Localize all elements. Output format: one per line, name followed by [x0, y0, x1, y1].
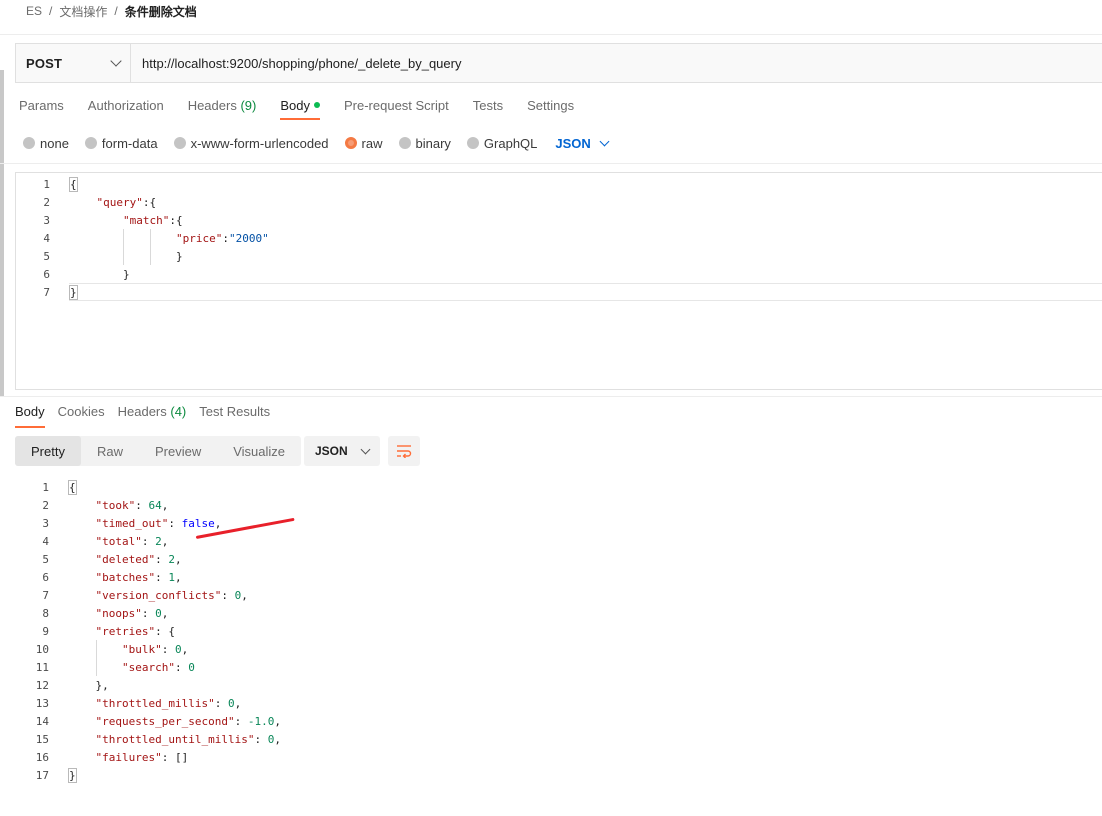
- radio-binary[interactable]: binary: [398, 136, 451, 151]
- code-line: 2 "took": 64,: [42, 498, 169, 512]
- divider: [0, 163, 1102, 164]
- indent-guide: [96, 640, 97, 676]
- breadcrumb-request[interactable]: 条件删除文档: [125, 3, 197, 20]
- divider: [0, 396, 1102, 397]
- radio-form-data[interactable]: form-data: [84, 136, 158, 151]
- code-line: 13 "throttled_millis": 0,: [35, 696, 242, 710]
- response-body[interactable]: 1{ 2 "took": 64, 3 "timed_out": false, 4 "t…: [15, 478, 1102, 798]
- response-view-modes: Pretty Raw Preview Visualize: [15, 436, 302, 466]
- code-line: 4 "total": 2,: [42, 534, 169, 548]
- breadcrumb-separator: /: [49, 4, 53, 18]
- view-preview-button[interactable]: Preview: [139, 436, 217, 466]
- request-body-editor[interactable]: 1{ 2 "query":{ 3 "match":{ 4 "price":"20…: [15, 172, 1102, 390]
- code-line: 1{: [43, 176, 78, 192]
- request-tabs: Params Authorization Headers (9) Body Pr…: [19, 96, 598, 124]
- wrap-lines-button[interactable]: [388, 436, 420, 466]
- code-line: 15 "throttled_until_millis": 0,: [35, 732, 281, 746]
- body-indicator-dot: [313, 102, 320, 108]
- breadcrumb-folder[interactable]: 文档操作: [59, 3, 107, 20]
- code-line: 10 "bulk": 0,: [35, 642, 189, 656]
- code-line: 6 }: [43, 267, 130, 281]
- wrap-lines-icon: [397, 445, 412, 458]
- radio-graphql[interactable]: GraphQL: [466, 136, 537, 151]
- panel-resize-handle[interactable]: [0, 70, 4, 396]
- radio-circle-icon: [398, 137, 411, 149]
- tab-pre-request-script[interactable]: Pre-request Script: [344, 96, 449, 120]
- tab-headers[interactable]: Headers (9): [188, 96, 257, 120]
- code-line: 14 "requests_per_second": -1.0,: [35, 714, 281, 728]
- response-headers-count: (4): [170, 404, 187, 419]
- divider: [0, 34, 1102, 35]
- code-line: 5 }: [43, 249, 183, 263]
- tab-authorization[interactable]: Authorization: [88, 96, 164, 120]
- method-select[interactable]: POST: [16, 44, 131, 82]
- breadcrumb-separator: /: [114, 4, 118, 18]
- code-line: 7 "version_conflicts": 0,: [42, 588, 248, 602]
- tab-body[interactable]: Body: [280, 96, 320, 120]
- response-tab-body[interactable]: Body: [15, 402, 45, 428]
- code-line: 2 "query":{: [43, 195, 157, 209]
- body-type-radios: none form-data x-www-form-urlencoded raw…: [23, 133, 610, 153]
- indent-guide: [150, 229, 151, 265]
- radio-none[interactable]: none: [23, 136, 69, 151]
- headers-count: (9): [240, 98, 257, 113]
- radio-selected-icon: [344, 137, 357, 149]
- breadcrumb-collection[interactable]: ES: [26, 4, 42, 18]
- code-line: 5 "deleted": 2,: [42, 552, 182, 566]
- code-line: 16 "failures": []: [35, 750, 189, 764]
- tab-settings[interactable]: Settings: [527, 96, 574, 120]
- radio-x-www-form-urlencoded[interactable]: x-www-form-urlencoded: [173, 136, 329, 151]
- code-line-current: 7}: [16, 283, 1102, 301]
- response-tab-test-results[interactable]: Test Results: [199, 402, 270, 428]
- breadcrumb: ES / 文档操作 / 条件删除文档: [26, 2, 197, 20]
- code-line: 12 },: [35, 678, 109, 692]
- view-pretty-button[interactable]: Pretty: [15, 436, 81, 466]
- tab-tests[interactable]: Tests: [473, 96, 503, 120]
- code-line: 3 "match":{: [43, 213, 183, 227]
- radio-circle-icon: [23, 137, 35, 149]
- code-line: 6 "batches": 1,: [42, 570, 182, 584]
- request-url-bar: POST: [15, 43, 1102, 83]
- response-tab-cookies[interactable]: Cookies: [58, 402, 105, 428]
- chevron-down-icon: [110, 55, 122, 67]
- view-visualize-button[interactable]: Visualize: [217, 436, 301, 466]
- chevron-down-icon: [360, 444, 371, 454]
- code-line: 4 "price":"2000": [43, 231, 269, 245]
- raw-format-select[interactable]: JSON: [555, 136, 610, 151]
- method-label: POST: [26, 55, 63, 71]
- response-tabs: Body Cookies Headers (4) Test Results: [15, 402, 283, 428]
- tab-params[interactable]: Params: [19, 96, 64, 120]
- code-line: 9 "retries": {: [42, 624, 175, 638]
- chevron-down-icon: [599, 136, 610, 146]
- response-format-select[interactable]: JSON: [304, 436, 380, 466]
- url-input[interactable]: [131, 44, 1102, 82]
- radio-circle-icon: [466, 137, 479, 149]
- code-line: 8 "noops": 0,: [42, 606, 169, 620]
- code-line: 1{: [42, 479, 77, 495]
- current-line-highlight: [69, 283, 1102, 301]
- code-line: 11 "search": 0: [35, 660, 195, 674]
- indent-guide: [123, 229, 124, 265]
- radio-raw[interactable]: raw: [344, 136, 383, 151]
- code-line: 3 "timed_out": false,: [42, 516, 222, 530]
- code-line: 17}: [35, 767, 77, 783]
- response-tab-headers[interactable]: Headers (4): [118, 402, 187, 428]
- radio-circle-icon: [173, 137, 186, 149]
- view-raw-button[interactable]: Raw: [81, 436, 139, 466]
- radio-circle-icon: [84, 137, 97, 149]
